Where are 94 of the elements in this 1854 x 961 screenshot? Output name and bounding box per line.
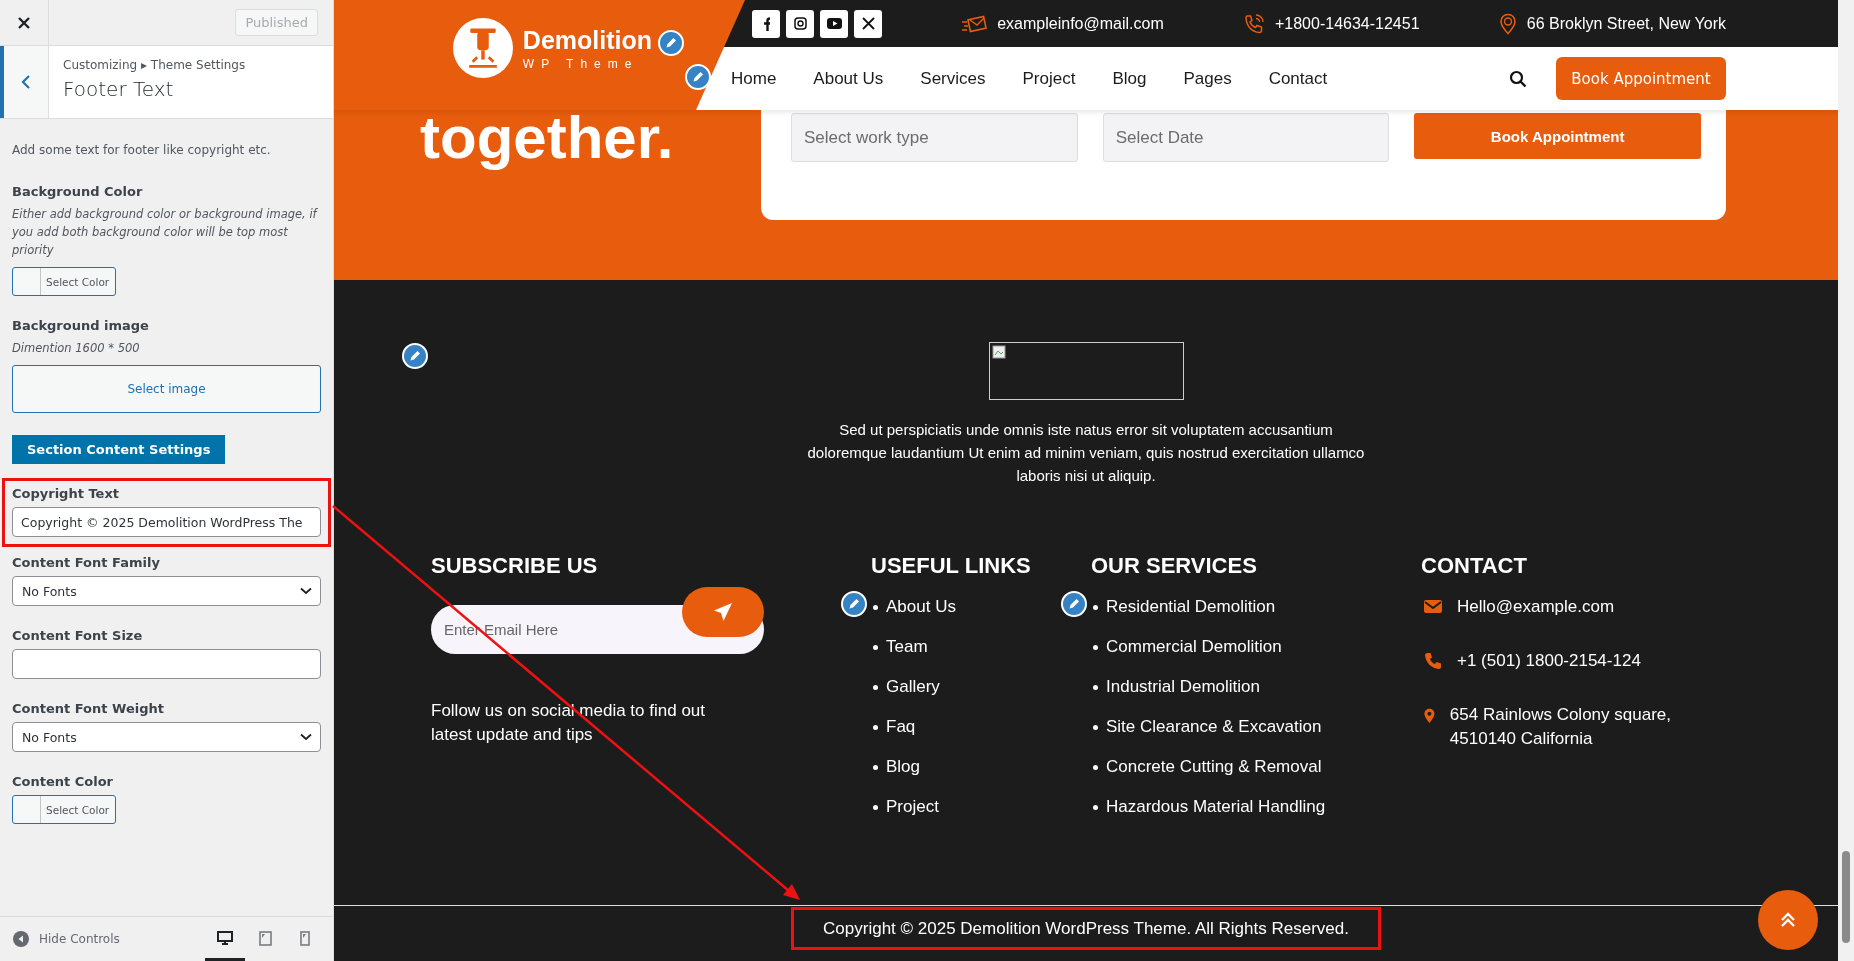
nav-link[interactable]: Services xyxy=(920,68,986,89)
select-image-button[interactable]: Select image xyxy=(12,365,321,413)
phone-icon xyxy=(1423,651,1443,671)
text-field[interactable]: Copyright © 2025 Demolition WordPress The xyxy=(12,507,321,537)
section-description: Add some text for footer like copyright etc. xyxy=(12,143,271,157)
youtube-link[interactable] xyxy=(820,9,848,38)
nav-link[interactable]: Project xyxy=(1022,68,1076,89)
send-button[interactable] xyxy=(682,587,764,637)
footer-description: Sed ut perspiciatis unde omnis iste natus error sit voluptatem accusantium doloremque laudantium Ut enim ad minim veniam, quis nostrud exercitation ullamco laboris nisi ut aliquip. xyxy=(806,420,1366,486)
facebook-icon xyxy=(761,16,771,31)
edit-shortcut-icon[interactable] xyxy=(841,591,867,617)
paper-plane-icon xyxy=(713,602,733,622)
nav-link[interactable]: Blog xyxy=(1112,68,1147,89)
dropdown[interactable]: No Fonts xyxy=(12,722,321,752)
dropdown[interactable]: No Fonts xyxy=(12,576,321,606)
close-icon[interactable] xyxy=(17,15,31,30)
control-label: Content Font Size xyxy=(12,628,143,643)
nav-link[interactable]: About Us xyxy=(813,68,884,89)
breadcrumb: Customizing ▸ Theme Settings xyxy=(63,58,246,72)
copyright-text: Copyright © 2025 Demolition WordPress Theme. All Rights Reserved. xyxy=(823,918,1349,939)
hero-heading: together. xyxy=(420,108,674,168)
column-heading: CONTACT xyxy=(1421,553,1528,579)
phone-icon xyxy=(1242,12,1265,35)
contact-info: 654 Rainlows Colony square, 4510140 California xyxy=(1449,704,1672,750)
column-heading: USEFUL LINKS xyxy=(871,553,1032,579)
footer-link[interactable]: Gallery xyxy=(886,675,940,699)
contact-info: 66 Broklyn Street, New York xyxy=(1526,14,1726,33)
section-settings-button[interactable]: Section Content Settings xyxy=(12,435,226,464)
chevron-down-icon xyxy=(300,733,312,741)
contact-info: exampleinfo@mail.com xyxy=(997,14,1164,33)
search-icon[interactable] xyxy=(1509,69,1527,88)
section-title: Footer Text xyxy=(63,77,175,101)
control-description: Either add background color or background image, if you add both background color will be top most priority xyxy=(12,206,319,259)
footer-link[interactable]: Site Clearance & Excavation xyxy=(1106,715,1322,739)
column-heading: SUBSCRIBE US xyxy=(431,553,599,579)
booking-field[interactable]: Select work type xyxy=(791,113,1078,162)
scrollbar[interactable] xyxy=(1838,0,1854,961)
logo-tagline: WP Theme xyxy=(522,56,640,71)
tablet-icon xyxy=(258,931,272,946)
instagram-link[interactable] xyxy=(786,9,814,38)
control-label: Content Font Family xyxy=(12,555,160,570)
footer-link[interactable]: Industrial Demolition xyxy=(1106,675,1260,699)
nav-link[interactable]: Contact xyxy=(1268,68,1328,89)
footer-link[interactable]: Team xyxy=(886,635,928,659)
nav-link[interactable]: Home xyxy=(731,68,777,89)
mobile-icon xyxy=(300,931,310,946)
control-label: Copyright Text xyxy=(12,486,119,501)
control-label: Background Color xyxy=(12,184,143,199)
scrollbar-thumb[interactable] xyxy=(1842,851,1850,943)
edit-shortcut-icon[interactable] xyxy=(402,343,428,369)
control-description: Dimention 1600 * 500 xyxy=(12,340,140,357)
hide-controls-button[interactable]: Hide Controls xyxy=(13,931,120,947)
select-color-button[interactable]: Select Color xyxy=(12,267,116,296)
chevron-down-icon xyxy=(300,587,312,595)
facebook-link[interactable] xyxy=(752,9,780,38)
youtube-icon xyxy=(826,18,842,29)
logo-name: Demolition xyxy=(522,25,652,55)
back-button[interactable] xyxy=(0,46,49,118)
collapse-icon xyxy=(13,931,29,947)
footer-link[interactable]: Commercial Demolition xyxy=(1106,635,1282,659)
footer-link[interactable]: Concrete Cutting & Removal xyxy=(1106,755,1322,779)
edit-shortcut-icon[interactable] xyxy=(1061,591,1087,617)
footer-link[interactable]: Hazardous Material Handling xyxy=(1106,795,1326,819)
contact-info: +1 (501) 1800-2154-124 xyxy=(1457,650,1641,672)
text-field[interactable] xyxy=(12,649,321,679)
control-label: Content Font Weight xyxy=(12,701,164,716)
broken-image-icon xyxy=(991,345,1006,359)
footer-link[interactable]: Residential Demolition xyxy=(1106,595,1276,619)
envelope-icon xyxy=(961,13,988,34)
footer-link[interactable]: About Us xyxy=(886,595,956,619)
nav-link[interactable]: Pages xyxy=(1183,68,1232,89)
contact-info: Hello@example.com xyxy=(1457,596,1615,618)
footer-link[interactable]: Blog xyxy=(886,755,921,779)
x-icon xyxy=(861,17,875,30)
booking-field[interactable]: Select Date xyxy=(1102,113,1390,162)
logo-icon xyxy=(452,18,513,78)
scroll-to-top-button[interactable] xyxy=(1758,890,1818,950)
envelope-icon xyxy=(1423,597,1443,615)
control-label: Background image xyxy=(12,318,149,333)
x-link[interactable] xyxy=(854,9,882,38)
book-appointment-button[interactable]: Book Appointment xyxy=(1556,57,1726,100)
control-label: Content Color xyxy=(12,774,114,789)
footer-link[interactable]: Faq xyxy=(886,715,916,739)
column-heading: OUR SERVICES xyxy=(1091,553,1258,579)
select-color-button[interactable]: Select Color xyxy=(12,795,116,824)
instagram-icon xyxy=(793,17,807,30)
location-pin-icon xyxy=(1498,12,1517,35)
follow-text: Follow us on social media to find out latest update and tips xyxy=(431,700,707,746)
book-appointment-button[interactable]: Book Appointment xyxy=(1414,113,1701,159)
footer-link[interactable]: Project xyxy=(886,795,939,819)
chevron-left-icon xyxy=(20,74,32,90)
desktop-icon xyxy=(217,931,233,946)
contact-info: +1800-14634-12451 xyxy=(1274,14,1420,33)
double-chevron-up-icon xyxy=(1779,911,1797,929)
